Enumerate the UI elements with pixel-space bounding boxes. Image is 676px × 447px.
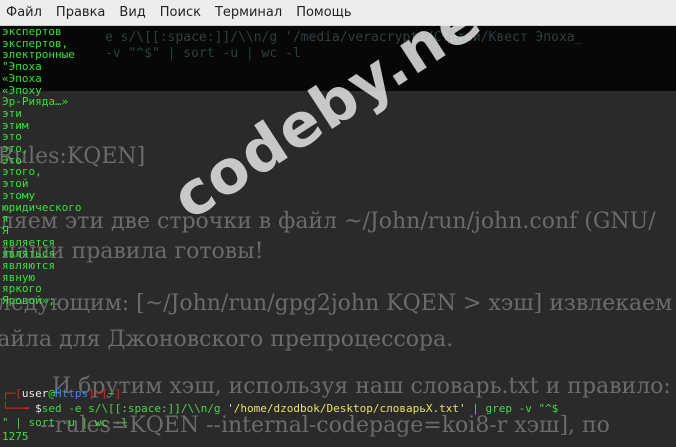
menu-search[interactable]: Поиск bbox=[153, 0, 208, 25]
output-line: юридического bbox=[2, 200, 82, 214]
output-line: этому bbox=[2, 188, 36, 202]
output-line: экспертов bbox=[2, 26, 62, 38]
command-tail: | grep -v "^$ bbox=[465, 402, 559, 415]
prompt-at: @ bbox=[48, 387, 55, 400]
prompt-symbol: $ bbox=[35, 402, 42, 415]
ghost-command-line-1: e s/\[[:space:]]/\\n/g '/media/veracrypt… bbox=[105, 30, 583, 45]
prompt-host: Https bbox=[55, 387, 89, 400]
menu-edit[interactable]: Правка bbox=[49, 0, 112, 25]
menu-file[interactable]: Файл bbox=[0, 0, 49, 25]
output-line: «Эпоха bbox=[2, 71, 42, 85]
output-line: этим bbox=[2, 118, 29, 132]
command-result: 1275 bbox=[2, 430, 29, 443]
output-line: являются bbox=[2, 259, 55, 273]
output-line: эти bbox=[2, 106, 22, 120]
output-line: Эр-Рияда…» bbox=[2, 95, 69, 109]
output-line: я bbox=[2, 212, 9, 226]
output-line: Я bbox=[2, 223, 9, 237]
menu-help[interactable]: Помощь bbox=[289, 0, 358, 25]
prompt-line-1: ┌─[user@Https]─[~] bbox=[2, 387, 122, 400]
terminal-area[interactable]: e s/\[[:space:]]/\\n/g '/media/veracrypt… bbox=[0, 26, 676, 447]
prompt-line-2[interactable]: └──╼ $sed -e s/\[[:space:]]/\\n/g '/home… bbox=[2, 402, 558, 415]
menu-view[interactable]: Вид bbox=[112, 0, 152, 25]
prompt-user: user bbox=[21, 387, 49, 400]
prompt-dir: ~ bbox=[108, 387, 115, 400]
menu-bar: Файл Правка Вид Поиск Терминал Помощь bbox=[0, 0, 676, 26]
menu-terminal[interactable]: Терминал bbox=[208, 0, 289, 25]
ghost-paragraph-2b: файла для Джоновского препроцессора. bbox=[0, 327, 454, 352]
ghost-paragraph-3a: И брутим хэш, используя наш словарь.txt … bbox=[52, 374, 671, 399]
command-path: '/home/dzodbok/Desktop/словарьX.txt' bbox=[227, 402, 466, 415]
output-line: это, bbox=[2, 142, 29, 156]
command-start: sed -e s/\[[:space:]]/\\n/g bbox=[41, 402, 228, 415]
output-line: Яровой»; bbox=[2, 294, 55, 308]
command-wrap-line: " | sort -u | wc -l bbox=[2, 416, 128, 429]
command-output: экспертов экспертов, электронные "Эпоха … bbox=[2, 26, 142, 307]
